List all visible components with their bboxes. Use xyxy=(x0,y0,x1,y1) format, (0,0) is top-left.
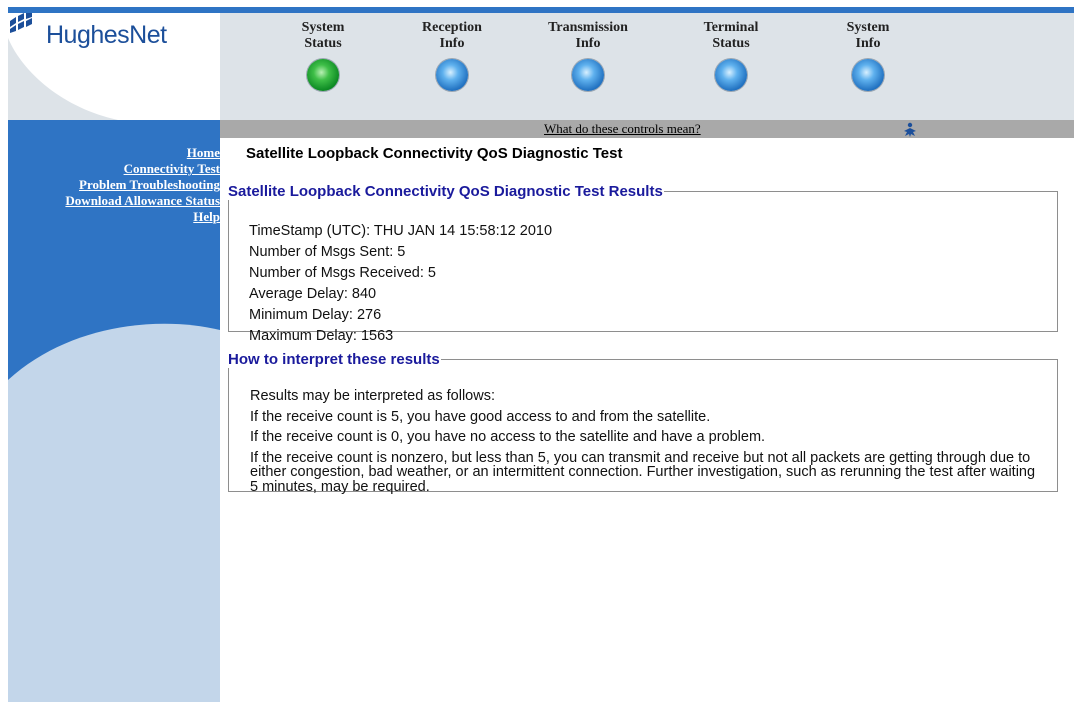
interpretation-fieldset: How to interpret these results Results m… xyxy=(228,351,1058,494)
results-list: TimeStamp (UTC): THU JAN 14 15:58:12 201… xyxy=(249,221,552,347)
sidebar-link-home[interactable]: Home xyxy=(65,145,220,161)
nav-system-status-label: System Status xyxy=(301,20,345,51)
result-average-delay: Average Delay: 840 xyxy=(249,286,377,302)
sidebar-link-help[interactable]: Help xyxy=(65,209,220,225)
nav-reception-info-label: Reception Info xyxy=(422,20,482,51)
nav-transmission-info[interactable]: Transmission Info xyxy=(528,20,648,91)
interpretation-legend: How to interpret these results xyxy=(228,351,440,368)
sidebar-link-download-allowance-status[interactable]: Download Allowance Status xyxy=(65,193,220,209)
nav-terminal-status-label: Terminal Status xyxy=(703,20,759,51)
results-legend: Satellite Loopback Connectivity QoS Diag… xyxy=(228,183,663,200)
interpretation-list: Results may be interpreted as follows: I… xyxy=(250,389,1040,500)
sidebar: Home Connectivity Test Problem Troublesh… xyxy=(8,120,220,702)
nav-system-status[interactable]: System Status xyxy=(263,20,383,91)
nav-reception-info[interactable]: Reception Info xyxy=(392,20,512,91)
nav-system-info[interactable]: System Info xyxy=(808,20,928,91)
interpretation-count-0: If the receive count is 0, you have no a… xyxy=(250,429,766,445)
result-msgs-received: Number of Msgs Received: 5 xyxy=(249,265,436,281)
transmission-info-indicator-icon[interactable] xyxy=(572,59,604,91)
interpretation-count-partial: If the receive count is nonzero, but les… xyxy=(250,449,1036,495)
sidebar-link-connectivity-test[interactable]: Connectivity Test xyxy=(65,161,220,177)
nav-system-info-label: System Info xyxy=(846,20,890,51)
help-figure-icon[interactable] xyxy=(903,122,917,137)
controls-help-link[interactable]: What do these controls mean? xyxy=(544,121,701,137)
nav-terminal-status[interactable]: Terminal Status xyxy=(671,20,791,91)
sidebar-link-problem-troubleshooting[interactable]: Problem Troubleshooting xyxy=(65,177,220,193)
result-minimum-delay: Minimum Delay: 276 xyxy=(249,307,382,323)
system-status-indicator-icon[interactable] xyxy=(307,59,339,91)
page-title: Satellite Loopback Connectivity QoS Diag… xyxy=(246,145,623,162)
terminal-status-indicator-icon[interactable] xyxy=(715,59,747,91)
result-maximum-delay: Maximum Delay: 1563 xyxy=(249,328,394,344)
interpretation-count-5: If the receive count is 5, you have good… xyxy=(250,408,711,425)
controls-help-bar: What do these controls mean? xyxy=(220,120,1074,138)
reception-info-indicator-icon[interactable] xyxy=(436,59,468,91)
sidebar-nav: Home Connectivity Test Problem Troublesh… xyxy=(65,145,220,225)
hughesnet-logo: HughesNet xyxy=(46,21,167,49)
results-fieldset: Satellite Loopback Connectivity QoS Diag… xyxy=(228,183,1058,344)
satellite-grid-icon xyxy=(10,13,32,33)
result-timestamp: TimeStamp (UTC): THU JAN 14 15:58:12 201… xyxy=(249,223,553,239)
logo-panel: HughesNet xyxy=(8,13,220,120)
system-info-indicator-icon[interactable] xyxy=(852,59,884,91)
result-msgs-sent: Number of Msgs Sent: 5 xyxy=(249,244,406,260)
interpretation-intro: Results may be interpreted as follows: xyxy=(250,388,495,404)
nav-transmission-info-label: Transmission Info xyxy=(548,20,628,51)
header: HughesNet System Status Reception Info T… xyxy=(8,13,1074,120)
